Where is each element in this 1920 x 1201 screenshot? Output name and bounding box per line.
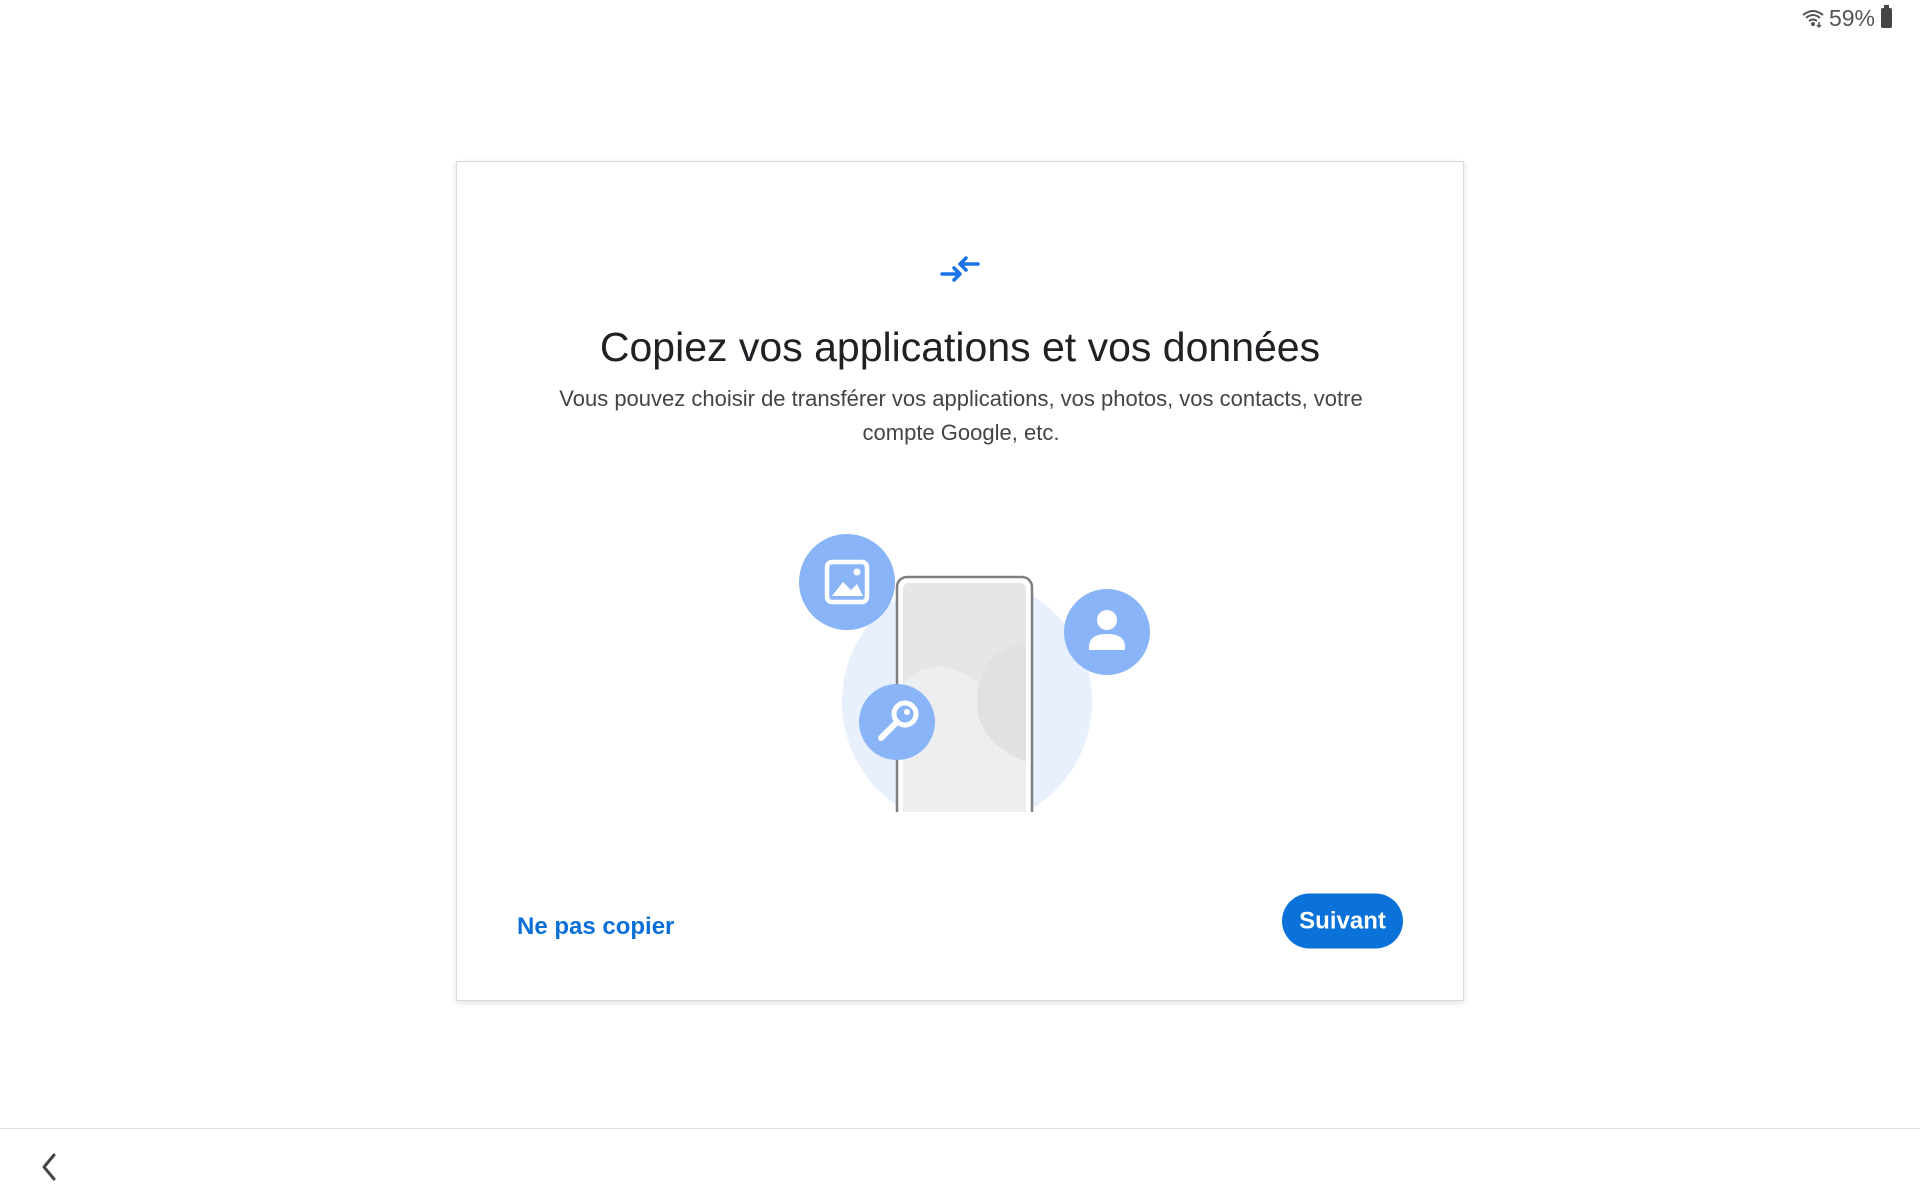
navigation-bar — [0, 1128, 1920, 1201]
transfer-illustration — [777, 532, 1157, 827]
page-subtitle: Vous pouvez choisir de transférer vos ap… — [559, 386, 1363, 445]
wifi-icon — [1801, 8, 1825, 28]
copy-apps-dialog: Copiez vos applications et vos données V… — [456, 161, 1464, 1001]
battery-icon — [1881, 5, 1892, 28]
chevron-left-icon[interactable] — [34, 1149, 64, 1185]
key-icon — [859, 684, 935, 760]
skip-button[interactable]: Ne pas copier — [517, 913, 674, 941]
status-bar: 59% — [1801, 0, 1892, 36]
transfer-arrows-icon — [938, 252, 982, 291]
person-icon — [1064, 589, 1150, 675]
battery-percent: 59% — [1828, 4, 1875, 31]
next-button[interactable]: Suivant — [1282, 893, 1403, 949]
image-icon — [799, 534, 895, 630]
page-title: Copiez vos applications et vos données — [599, 324, 1321, 370]
